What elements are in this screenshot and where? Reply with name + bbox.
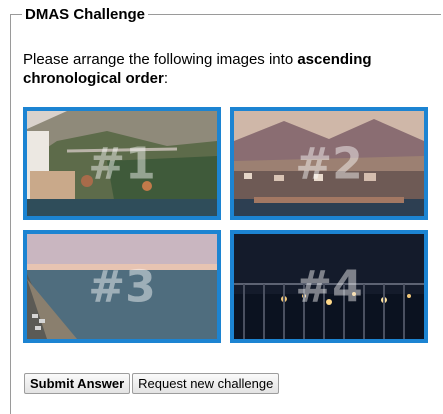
challenge-image-1[interactable]: #1 xyxy=(23,107,221,220)
challenge-image-2[interactable]: #2 xyxy=(230,107,428,220)
challenge-image-3[interactable]: #3 xyxy=(23,230,221,343)
image-number-3: #3 xyxy=(88,261,156,312)
prompt-tail: : xyxy=(163,70,169,87)
image-number-1: #1 xyxy=(88,138,156,189)
challenge-legend: DMAS Challenge xyxy=(22,6,149,23)
action-buttons: Submit Answer Request new challenge xyxy=(24,373,281,394)
request-new-challenge-button[interactable]: Request new challenge xyxy=(132,373,280,394)
challenge-image-4[interactable]: #4 xyxy=(230,230,428,343)
prompt-lead: Please arrange the following images into xyxy=(23,51,298,68)
submit-answer-button[interactable]: Submit Answer xyxy=(24,373,131,394)
challenge-prompt: Please arrange the following images into… xyxy=(23,50,423,88)
image-number-2: #2 xyxy=(295,138,363,189)
image-number-4: #4 xyxy=(295,261,363,312)
